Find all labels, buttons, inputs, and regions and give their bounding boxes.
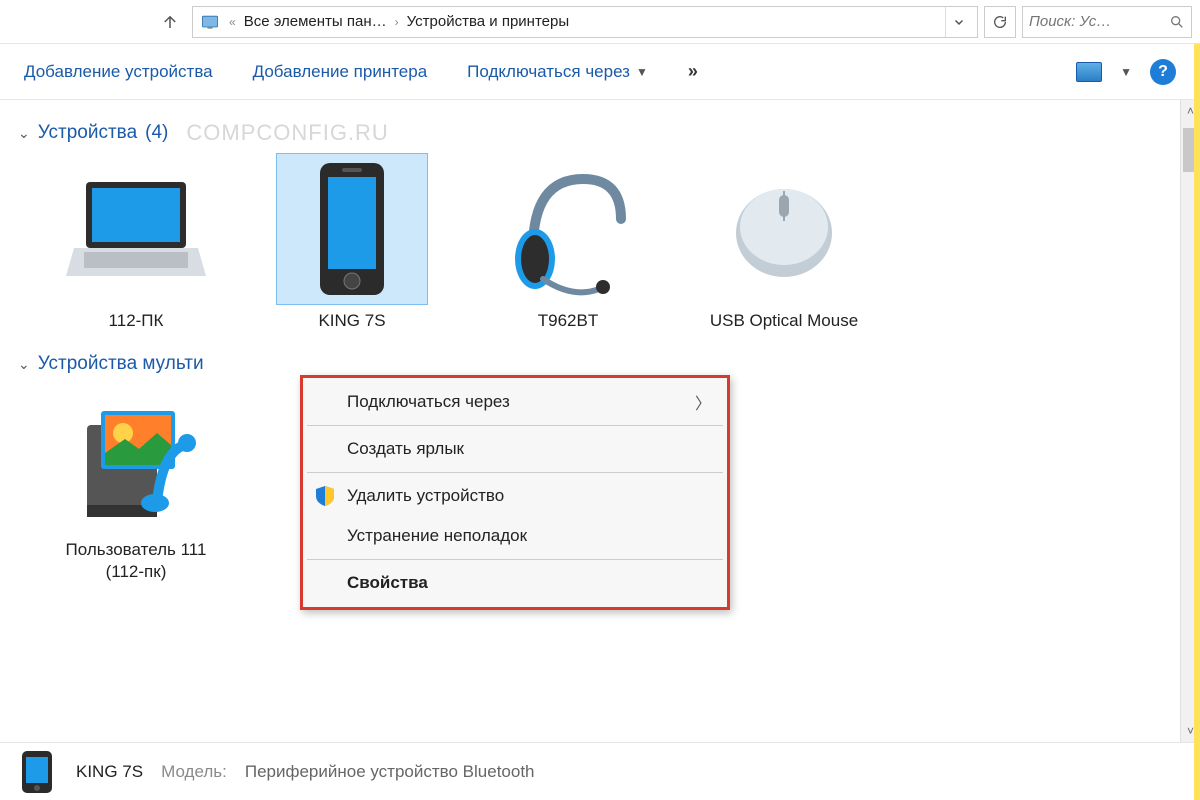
up-button[interactable] bbox=[154, 6, 186, 38]
context-menu: Подключаться через 〉 Создать ярлык Удали… bbox=[300, 375, 730, 610]
media-server-icon bbox=[61, 383, 211, 533]
refresh-button[interactable] bbox=[984, 6, 1016, 38]
help-button[interactable]: ? bbox=[1150, 59, 1176, 85]
menu-label: Свойства bbox=[347, 573, 428, 593]
crumb-parent[interactable]: Все элементы пан… bbox=[244, 13, 387, 30]
chevron-down-icon: ⌄ bbox=[18, 125, 30, 142]
mouse-icon bbox=[709, 154, 859, 304]
watermark-text: COMPCONFIG.RU bbox=[186, 120, 388, 146]
menu-separator bbox=[307, 559, 723, 560]
toolbar: Добавление устройства Добавление принтер… bbox=[0, 44, 1200, 100]
chevron-down-icon: ⌄ bbox=[18, 356, 30, 373]
add-printer-label: Добавление принтера bbox=[253, 62, 428, 82]
device-item[interactable]: T962BT bbox=[478, 154, 658, 331]
search-input[interactable] bbox=[1029, 13, 1163, 30]
device-label: USB Optical Mouse bbox=[710, 310, 858, 331]
device-item[interactable]: 112-ПК bbox=[46, 154, 226, 331]
details-pane: KING 7S Модель: Периферийное устройство … bbox=[0, 742, 1200, 800]
add-device-button[interactable]: Добавление устройства bbox=[24, 62, 213, 82]
refresh-icon bbox=[992, 14, 1008, 30]
section-devices-count: (4) bbox=[145, 122, 168, 144]
section-multimedia-header[interactable]: ⌄ Устройства мульти bbox=[18, 353, 1182, 375]
menu-create-shortcut[interactable]: Создать ярлык bbox=[303, 429, 727, 469]
chevron-down-icon bbox=[953, 16, 965, 28]
menu-label: Устранение неполадок bbox=[347, 526, 527, 546]
details-device-name: KING 7S bbox=[76, 762, 143, 782]
menu-label: Удалить устройство bbox=[347, 486, 504, 506]
device-label: KING 7S bbox=[318, 310, 385, 331]
add-printer-button[interactable]: Добавление принтера bbox=[253, 62, 428, 82]
menu-properties[interactable]: Свойства bbox=[303, 563, 727, 603]
connect-via-label: Подключаться через bbox=[467, 62, 630, 82]
phone-icon bbox=[14, 749, 60, 795]
search-box[interactable] bbox=[1022, 6, 1192, 38]
devices-grid: 112-ПК KING 7S bbox=[18, 154, 1182, 331]
section-devices-title: Устройства bbox=[38, 122, 137, 144]
overflow-label: » bbox=[688, 61, 698, 82]
menu-label: Подключаться через bbox=[347, 392, 510, 412]
details-model-label: Модель: bbox=[161, 762, 227, 782]
chevron-down-icon[interactable]: ▼ bbox=[1120, 65, 1132, 79]
menu-connect-via[interactable]: Подключаться через 〉 bbox=[303, 382, 727, 422]
view-options-button[interactable] bbox=[1076, 62, 1102, 82]
shield-icon bbox=[315, 485, 335, 507]
phone-icon bbox=[277, 154, 427, 304]
chevron-right-icon: › bbox=[393, 15, 401, 29]
search-icon bbox=[1169, 14, 1185, 30]
chevron-down-icon: ▼ bbox=[636, 65, 648, 79]
right-edge-strip bbox=[1194, 44, 1200, 800]
device-item-selected[interactable]: KING 7S bbox=[262, 154, 442, 331]
breadcrumb[interactable]: « Все элементы пан… › Устройства и принт… bbox=[192, 6, 978, 38]
headset-icon bbox=[493, 154, 643, 304]
arrow-up-icon bbox=[161, 13, 179, 31]
crumb-back-indicator: « bbox=[227, 15, 238, 29]
section-devices-header[interactable]: ⌄ Устройства (4) COMPCONFIG.RU bbox=[18, 120, 1182, 146]
menu-remove-device[interactable]: Удалить устройство bbox=[303, 476, 727, 516]
menu-label: Создать ярлык bbox=[347, 439, 464, 459]
add-device-label: Добавление устройства bbox=[24, 62, 213, 82]
breadcrumb-dropdown[interactable] bbox=[945, 7, 971, 37]
nav-blank bbox=[8, 4, 148, 39]
details-model-value: Периферийное устройство Bluetooth bbox=[245, 762, 535, 782]
menu-separator bbox=[307, 425, 723, 426]
device-item[interactable]: USB Optical Mouse bbox=[694, 154, 874, 331]
chevron-right-icon: 〉 bbox=[695, 390, 711, 414]
menu-troubleshoot[interactable]: Устранение неполадок bbox=[303, 516, 727, 556]
device-label: T962BT bbox=[538, 310, 598, 331]
device-label: 112-ПК bbox=[109, 310, 164, 331]
connect-via-button[interactable]: Подключаться через ▼ bbox=[467, 62, 648, 82]
menu-separator bbox=[307, 472, 723, 473]
toolbar-overflow[interactable]: » bbox=[688, 61, 698, 82]
address-bar: « Все элементы пан… › Устройства и принт… bbox=[0, 0, 1200, 44]
device-label: Пользователь 111 (112-пк) bbox=[46, 539, 226, 582]
section-multimedia-title: Устройства мульти bbox=[38, 353, 204, 375]
crumb-current[interactable]: Устройства и принтеры bbox=[407, 13, 569, 30]
control-panel-icon bbox=[199, 11, 221, 33]
laptop-icon bbox=[61, 154, 211, 304]
device-item[interactable]: Пользователь 111 (112-пк) bbox=[46, 383, 226, 582]
